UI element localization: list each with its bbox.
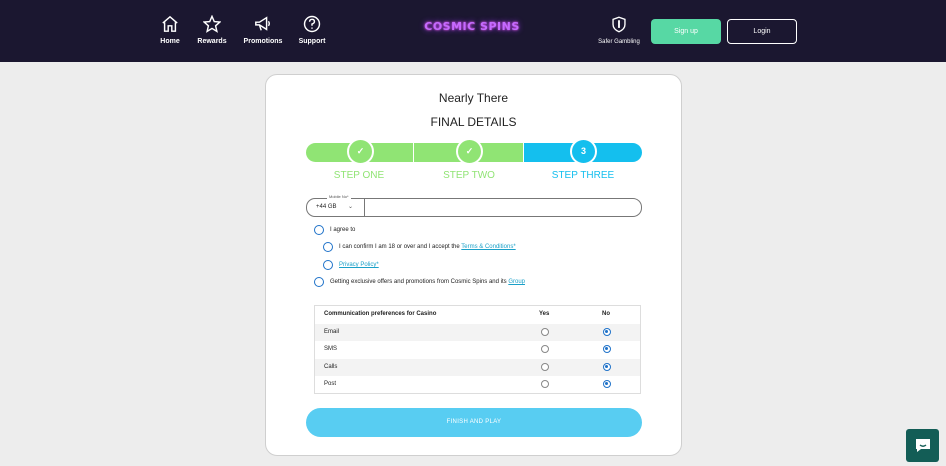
form-title: Nearly There <box>438 91 509 105</box>
finish-and-play-button[interactable]: FINISH AND PLAY <box>306 408 642 437</box>
signup-button[interactable]: Sign up <box>651 19 721 44</box>
yes-column-header: Yes <box>539 311 550 317</box>
step-two-label: STEP TWO <box>443 170 495 181</box>
privacy-policy-radio[interactable] <box>323 260 333 270</box>
calls-no-radio[interactable] <box>603 362 611 371</box>
cosmic-spins-logo[interactable]: COSMIC SPINS <box>412 20 532 33</box>
login-button[interactable]: Login <box>727 19 797 44</box>
nav-support-label: Support <box>298 38 326 45</box>
preference-calls-label: Calls <box>324 363 338 370</box>
preference-post-label: Post <box>324 381 337 387</box>
email-yes-radio[interactable] <box>541 327 549 336</box>
mobile-number-input[interactable] <box>366 199 641 216</box>
step-three-label: STEP THREE <box>551 170 615 181</box>
no-column-header: No <box>602 311 610 317</box>
nav-support[interactable]: Support <box>287 15 337 45</box>
home-icon <box>162 15 178 32</box>
table-row: Email <box>315 323 640 341</box>
safer-gambling-link[interactable]: Safer Gambling <box>594 16 644 45</box>
terms-conditions-link[interactable]: Terms & Conditions* <box>461 244 515 250</box>
nav-rewards[interactable]: Rewards <box>187 15 237 45</box>
age-terms-text: I can confirm I am 18 or over and I acce… <box>339 244 516 250</box>
sms-yes-radio[interactable] <box>541 345 549 353</box>
question-icon <box>303 15 321 33</box>
agree-all-radio[interactable] <box>314 225 324 235</box>
step-three-marker: 3 <box>570 138 597 165</box>
post-yes-radio[interactable] <box>541 380 549 388</box>
post-no-radio[interactable] <box>603 380 611 388</box>
preference-email-label: Email <box>324 328 340 335</box>
communication-preferences-table: Communication preferences for Casino Yes… <box>314 305 641 394</box>
registration-card: Nearly There FINAL DETAILS ✓ ✓ 3 STEP ON… <box>265 74 682 456</box>
privacy-policy-text: Privacy Policy* <box>339 262 379 268</box>
country-code-select[interactable]: +44 GB ⌄ <box>307 199 365 216</box>
megaphone-icon <box>255 16 271 31</box>
offers-statement: Getting exclusive offers and promotions … <box>330 279 507 285</box>
step-one-label: STEP ONE <box>333 170 385 181</box>
nav-promotions-label: Promotions <box>243 38 283 45</box>
chat-icon <box>916 439 930 452</box>
agree-label: I agree to <box>330 227 356 233</box>
preferences-header-row: Communication preferences for Casino Yes… <box>315 306 640 324</box>
privacy-policy-link[interactable]: Privacy Policy* <box>339 262 379 268</box>
preference-sms-label: SMS <box>324 346 338 352</box>
chevron-down-icon: ⌄ <box>348 204 354 210</box>
offers-radio[interactable] <box>314 277 324 287</box>
preferences-header: Communication preferences for Casino <box>324 311 437 317</box>
group-link[interactable]: Group <box>508 279 525 285</box>
chat-widget-button[interactable] <box>906 429 939 462</box>
country-code-value: +44 GB <box>316 204 337 210</box>
step-progress-bar: ✓ ✓ 3 <box>306 138 642 165</box>
age-terms-radio[interactable] <box>323 242 333 252</box>
sms-no-radio[interactable] <box>603 345 611 353</box>
table-row: Calls <box>315 358 640 376</box>
step-two-check-icon: ✓ <box>456 138 483 165</box>
email-no-radio[interactable] <box>603 327 611 336</box>
nav-promotions[interactable]: Promotions <box>238 15 288 45</box>
age-terms-statement: I can confirm I am 18 or over and I acce… <box>339 244 460 250</box>
form-subtitle: FINAL DETAILS <box>430 115 517 129</box>
table-row: Post <box>315 376 640 394</box>
star-icon <box>203 15 221 33</box>
mobile-number-field: Mobile No* +44 GB ⌄ <box>306 194 642 217</box>
table-row: SMS <box>315 341 640 359</box>
shield-icon <box>612 16 626 33</box>
safer-gambling-label: Safer Gambling <box>598 39 640 45</box>
calls-yes-radio[interactable] <box>541 362 549 371</box>
step-one-check-icon: ✓ <box>347 138 374 165</box>
nav-rewards-label: Rewards <box>197 38 227 45</box>
offers-text: Getting exclusive offers and promotions … <box>330 279 525 285</box>
top-navigation-bar: Home Rewards Promotions Support COSMIC S… <box>0 0 946 62</box>
